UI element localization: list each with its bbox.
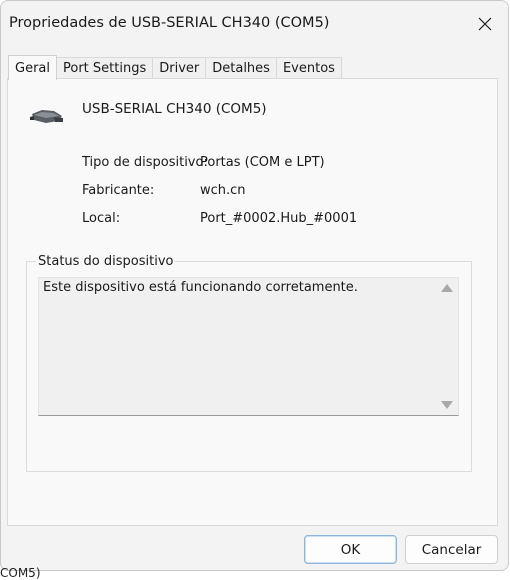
device-type-value: Portas (COM e LPT) (200, 155, 325, 170)
close-button[interactable] (462, 1, 508, 47)
scroll-down-icon (441, 401, 453, 409)
ok-button[interactable]: OK (304, 535, 397, 564)
tab-strip: Geral Port Settings Driver Detalhes Even… (8, 55, 342, 80)
manufacturer-value: wch.cn (200, 183, 246, 198)
location-label: Local: (82, 211, 121, 226)
title-bar[interactable]: Propriedades de USB-SERIAL CH340 (COM5) (1, 1, 508, 47)
cancel-button[interactable]: Cancelar (405, 535, 498, 564)
scroll-up-icon (441, 284, 453, 292)
device-type-label: Tipo de dispositivo: (82, 155, 208, 170)
device-status-text: Este dispositivo está funcionando corret… (43, 280, 358, 295)
tab-driver[interactable]: Driver (152, 57, 207, 79)
properties-dialog: Propriedades de USB-SERIAL CH340 (COM5) … (0, 0, 509, 571)
scroll-up-button[interactable] (440, 282, 454, 294)
tab-eventos[interactable]: Eventos (275, 57, 342, 79)
tab-port-settings[interactable]: Port Settings (56, 57, 154, 79)
device-status-textbox[interactable]: Este dispositivo está funcionando corret… (38, 277, 459, 416)
device-name: USB-SERIAL CH340 (COM5) (82, 101, 267, 117)
scroll-down-button[interactable] (440, 399, 454, 411)
manufacturer-label: Fabricante: (82, 183, 155, 198)
window-title: Propriedades de USB-SERIAL CH340 (COM5) (9, 15, 330, 31)
serial-port-connector-icon (28, 105, 66, 131)
tab-geral[interactable]: Geral (8, 55, 57, 80)
device-status-legend: Status do dispositivo (36, 254, 176, 269)
background-window-text: COM5) (0, 566, 41, 580)
close-icon (478, 17, 492, 31)
general-tab-panel: USB-SERIAL CH340 (COM5) Tipo de disposit… (7, 78, 498, 526)
location-value: Port_#0002.Hub_#0001 (200, 211, 358, 226)
tab-detalhes[interactable]: Detalhes (205, 57, 277, 79)
